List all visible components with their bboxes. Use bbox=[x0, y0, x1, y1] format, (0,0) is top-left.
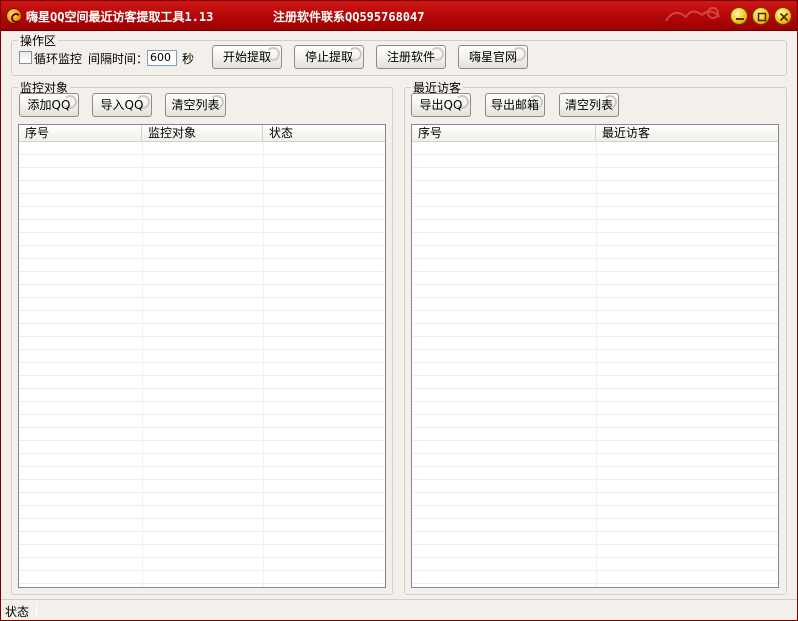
window-title-contact: 注册软件联系QQ595768047 bbox=[273, 10, 425, 24]
official-website-button[interactable]: 嗨星官网 bbox=[458, 45, 528, 69]
export-qq-button[interactable]: 导出QQ bbox=[411, 93, 471, 117]
cloud-pattern-icon bbox=[665, 7, 721, 22]
clear-monitor-list-label: 清空列表 bbox=[171, 98, 220, 112]
main-window: 嗨星QQ空间最近访客提取工具1.13 注册软件联系QQ595768047 操作区… bbox=[0, 0, 798, 621]
loop-monitor-label: 循环监控 bbox=[34, 52, 83, 66]
export-email-button[interactable]: 导出邮箱 bbox=[485, 93, 545, 117]
maximize-button[interactable] bbox=[752, 7, 770, 25]
status-text: 状态 bbox=[5, 605, 30, 619]
status-bar: 状态 bbox=[1, 599, 797, 620]
seconds-label: 秒 bbox=[182, 52, 195, 66]
clear-monitor-list-button[interactable]: 清空列表 bbox=[165, 93, 226, 117]
export-email-label: 导出邮箱 bbox=[490, 98, 539, 112]
column-header-index[interactable]: 序号 bbox=[19, 125, 142, 142]
interval-input[interactable]: 600 bbox=[147, 50, 177, 66]
start-extract-button[interactable]: 开始提取 bbox=[212, 45, 282, 69]
column-divider bbox=[596, 142, 597, 587]
column-header-index[interactable]: 序号 bbox=[412, 125, 596, 142]
add-qq-button[interactable]: 添加QQ bbox=[19, 93, 79, 117]
column-header-status[interactable]: 状态 bbox=[263, 125, 385, 142]
close-icon bbox=[779, 12, 789, 22]
title-bar[interactable]: 嗨星QQ空间最近访客提取工具1.13 注册软件联系QQ595768047 bbox=[1, 1, 797, 31]
close-button[interactable] bbox=[774, 7, 792, 25]
register-software-button[interactable]: 注册软件 bbox=[376, 45, 446, 69]
stop-extract-button[interactable]: 停止提取 bbox=[294, 45, 364, 69]
loop-monitor-checkbox[interactable] bbox=[19, 51, 32, 64]
minimize-button[interactable] bbox=[730, 7, 748, 25]
official-website-label: 嗨星官网 bbox=[468, 50, 517, 64]
column-divider bbox=[263, 142, 264, 587]
clear-visitors-list-label: 清空列表 bbox=[564, 98, 613, 112]
status-separator bbox=[36, 602, 37, 618]
window-title: 嗨星QQ空间最近访客提取工具1.13 bbox=[26, 10, 214, 24]
visitors-list-body[interactable] bbox=[412, 142, 778, 587]
clear-visitors-list-button[interactable]: 清空列表 bbox=[559, 93, 619, 117]
export-qq-label: 导出QQ bbox=[419, 98, 463, 112]
column-header-recent-visitor[interactable]: 最近访客 bbox=[596, 125, 778, 142]
visitors-list-header: 序号 最近访客 bbox=[412, 125, 778, 142]
visitors-list[interactable]: 序号 最近访客 bbox=[411, 124, 779, 588]
app-logo-icon bbox=[6, 8, 22, 24]
import-qq-button[interactable]: 导入QQ bbox=[92, 93, 152, 117]
interval-label: 间隔时间： bbox=[88, 52, 149, 66]
operation-group-title: 操作区 bbox=[18, 32, 59, 49]
maximize-icon bbox=[757, 12, 767, 22]
column-divider bbox=[142, 142, 143, 587]
column-header-target[interactable]: 监控对象 bbox=[142, 125, 263, 142]
monitor-list-body[interactable] bbox=[19, 142, 385, 587]
monitor-list[interactable]: 序号 监控对象 状态 bbox=[18, 124, 386, 588]
add-qq-label: 添加QQ bbox=[27, 98, 71, 112]
monitor-list-header: 序号 监控对象 状态 bbox=[19, 125, 385, 142]
import-qq-label: 导入QQ bbox=[100, 98, 144, 112]
start-extract-label: 开始提取 bbox=[222, 50, 271, 64]
stop-extract-label: 停止提取 bbox=[304, 50, 353, 64]
register-software-label: 注册软件 bbox=[386, 50, 435, 64]
minimize-icon bbox=[736, 18, 744, 20]
